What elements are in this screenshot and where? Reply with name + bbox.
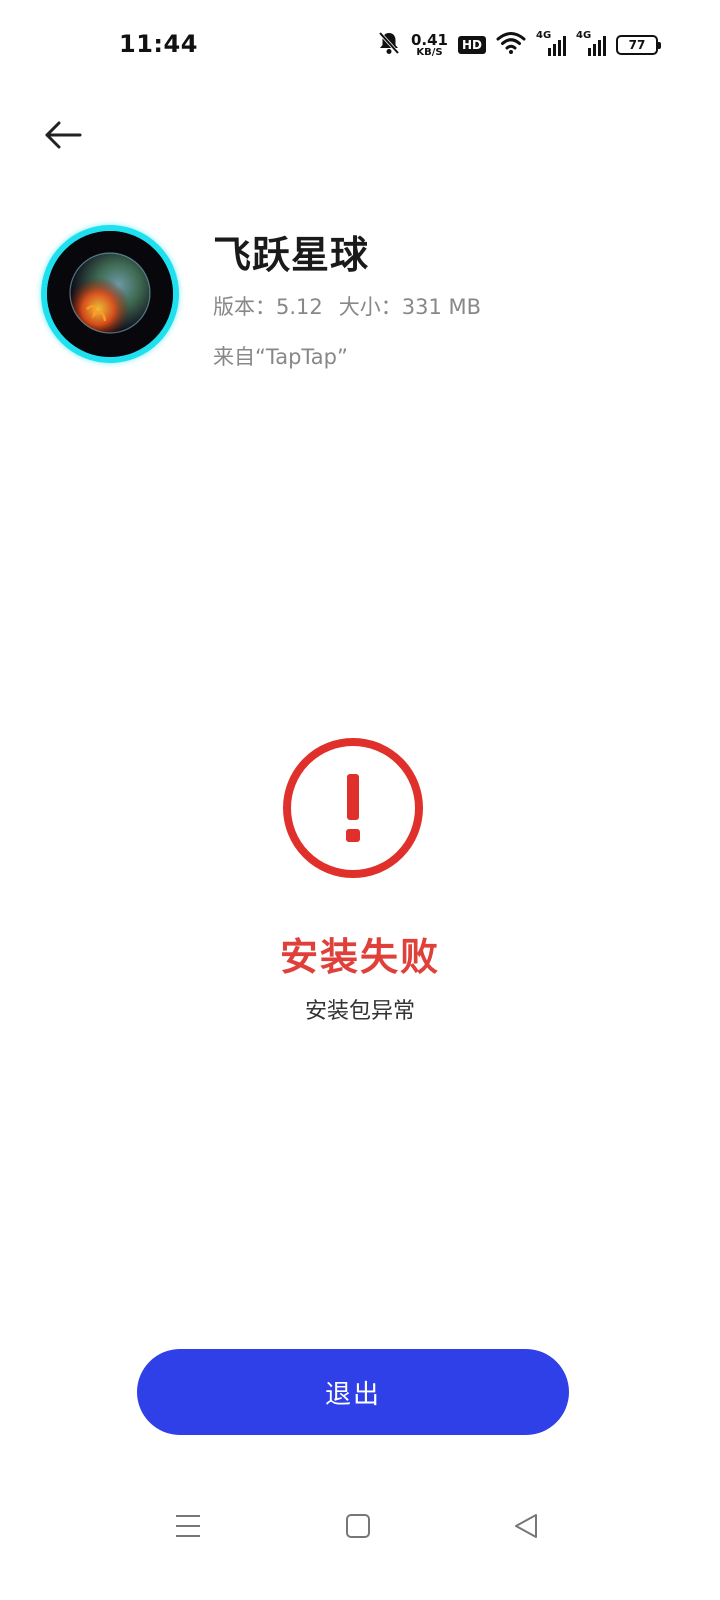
- app-meta: 版本：5.12 大小：331 MB: [213, 291, 481, 321]
- install-failed-reason: 安装包异常: [304, 999, 415, 1024]
- app-size: 大小：331 MB: [338, 295, 482, 319]
- planet-icon: [47, 231, 173, 357]
- battery-icon: 77: [616, 35, 661, 55]
- back-triangle-icon: [515, 1514, 537, 1538]
- app-name: 飞跃星球: [213, 233, 370, 277]
- battery-level: 77: [628, 38, 646, 52]
- app-source: 来自“TapTap”: [213, 345, 348, 369]
- exit-button[interactable]: 退出: [137, 1349, 569, 1435]
- status-time: 11:44: [119, 30, 198, 58]
- error-exclamation-icon: [281, 736, 425, 880]
- app-icon: [41, 225, 179, 363]
- recent-apps-button[interactable]: [166, 1504, 210, 1548]
- home-icon: [346, 1514, 370, 1538]
- app-version: 版本：5.12: [213, 295, 323, 319]
- nav-back-button[interactable]: [504, 1504, 548, 1548]
- cellular-signal-icon-2: 4G: [576, 30, 606, 58]
- wifi-icon: [496, 31, 526, 59]
- back-arrow-button[interactable]: [38, 110, 88, 160]
- system-nav-bar: [0, 1490, 720, 1560]
- network-speed: 0.41 KB/S: [410, 30, 448, 58]
- cellular-signal-icon-1: 4G: [536, 30, 566, 58]
- network-speed-value: 0.41: [410, 30, 448, 49]
- mute-bell-icon: [377, 30, 401, 60]
- status-icons: 0.41 KB/S HD 4G 4G 77: [377, 30, 661, 60]
- hd-voice-icon: HD: [457, 36, 486, 54]
- menu-icon: [176, 1515, 200, 1537]
- home-button[interactable]: [336, 1504, 380, 1548]
- back-arrow-icon: [45, 121, 82, 149]
- app-info: 飞跃星球 版本：5.12 大小：331 MB 来自“TapTap”: [213, 224, 481, 371]
- status-bar: 11:44 0.41 KB/S HD 4G 4G 77: [0, 0, 720, 92]
- network-speed-unit: KB/S: [416, 46, 443, 58]
- install-failed-title: 安装失败: [279, 935, 440, 979]
